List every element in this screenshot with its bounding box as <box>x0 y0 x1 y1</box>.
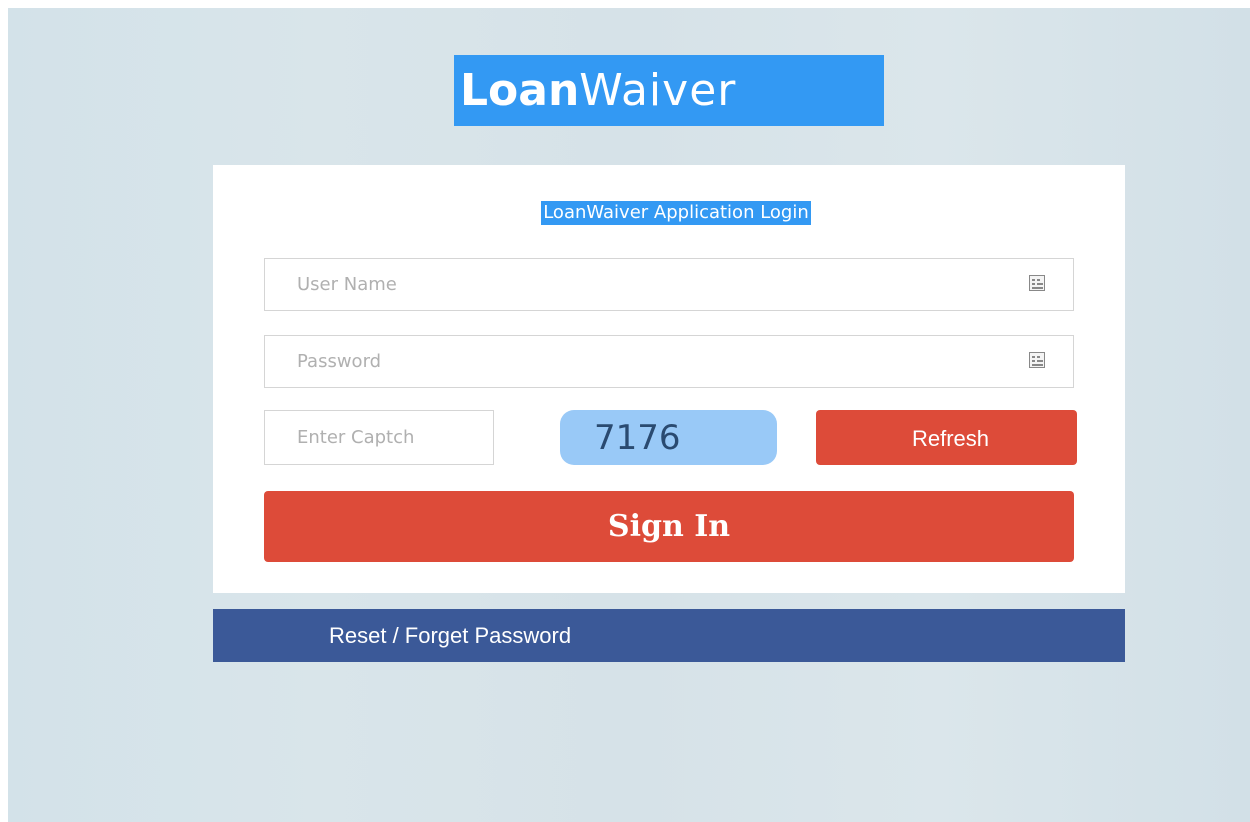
captcha-code: 7176 <box>560 410 777 465</box>
login-title-wrap: LoanWaiver Application Login <box>213 201 1125 225</box>
username-field[interactable] <box>264 258 1074 311</box>
captcha-field[interactable] <box>264 410 494 465</box>
refresh-captcha-button[interactable]: Refresh <box>816 410 1077 465</box>
login-page: LoanWaiver LoanWaiver Application Login … <box>8 8 1250 822</box>
sign-in-button[interactable]: Sign In <box>264 491 1074 562</box>
app-logo: LoanWaiver <box>454 55 884 126</box>
password-field[interactable] <box>264 335 1074 388</box>
logo-light-text: Waiver <box>579 65 737 116</box>
login-title: LoanWaiver Application Login <box>541 201 811 225</box>
password-input[interactable] <box>265 336 1073 387</box>
captcha-input[interactable] <box>265 411 493 464</box>
logo-bold-text: Loan <box>460 65 580 116</box>
keyboard-icon[interactable] <box>1029 352 1045 368</box>
login-card: LoanWaiver Application Login 7176 Refres… <box>213 165 1125 593</box>
username-input[interactable] <box>265 259 1073 310</box>
reset-forget-password-link[interactable]: Reset / Forget Password <box>213 609 1125 662</box>
keyboard-icon[interactable] <box>1029 275 1045 291</box>
